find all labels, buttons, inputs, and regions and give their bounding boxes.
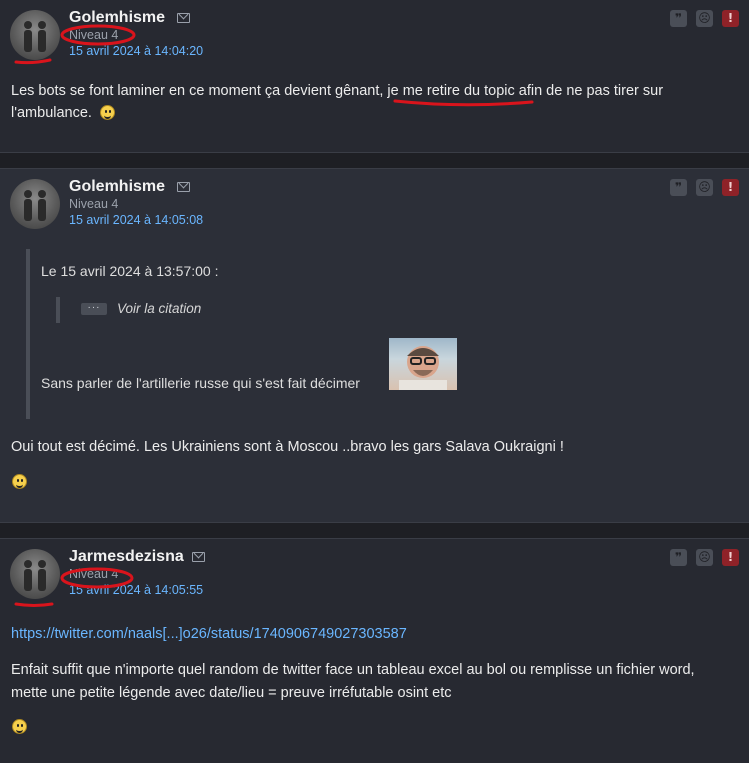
quote-icon[interactable]: ❞ [670, 179, 687, 196]
alert-icon[interactable]: ! [722, 179, 739, 196]
post-date[interactable]: 15 avril 2024 à 14:05:08 [69, 213, 203, 227]
post-actions: ❞ ☹ ! [670, 549, 739, 566]
sad-icon[interactable]: ☹ [696, 179, 713, 196]
author-level: Niveau 4 [69, 197, 119, 211]
post-actions: ❞ ☹ ! [670, 10, 739, 27]
author-name[interactable]: Jarmesdezisna [69, 548, 184, 566]
avatar[interactable] [10, 549, 60, 599]
mail-icon[interactable] [192, 552, 205, 562]
avatar[interactable] [10, 10, 60, 60]
sad-icon[interactable]: ☹ [696, 10, 713, 27]
post-3: Jarmesdezisna Niveau 4 15 avril 2024 à 1… [0, 538, 749, 763]
mail-icon[interactable] [177, 182, 190, 192]
show-citation-link[interactable]: Voir la citation [117, 301, 201, 316]
nested-quote: ··· Voir la citation [56, 297, 201, 323]
post-body: Enfait suffit que n'importe quel random … [11, 662, 695, 678]
tweet-link[interactable]: https://twitter.com/naals[...]o26/status… [11, 623, 407, 645]
post-body: Oui tout est décimé. Les Ukrainiens sont… [11, 439, 564, 455]
alert-icon[interactable]: ! [722, 549, 739, 566]
post-actions: ❞ ☹ ! [670, 179, 739, 196]
quote-header: Le 15 avril 2024 à 13:57:00 : [41, 263, 219, 279]
annotation-underline [393, 99, 534, 107]
post-body-line2: l'ambulance. [11, 105, 92, 121]
smiley-icon [12, 474, 27, 489]
quote-text: Sans parler de l'artillerie russe qui s'… [41, 375, 360, 391]
post-2: Golemhisme Niveau 4 15 avril 2024 à 14:0… [0, 168, 749, 523]
post-body-line2: mette une petite légende avec date/lieu … [11, 685, 452, 701]
blockquote: Le 15 avril 2024 à 13:57:00 : ··· Voir l… [26, 249, 490, 419]
avatar[interactable] [10, 179, 60, 229]
expand-quote-button[interactable]: ··· [81, 303, 107, 315]
quote-icon[interactable]: ❞ [670, 549, 687, 566]
annotation-underline [14, 58, 52, 65]
author-name[interactable]: Golemhisme [69, 178, 165, 196]
alert-icon[interactable]: ! [722, 10, 739, 27]
post-body: Les bots se font laminer en ce moment ça… [11, 83, 664, 99]
quoted-image[interactable] [389, 338, 457, 390]
quote-icon[interactable]: ❞ [670, 10, 687, 27]
smiley-icon [12, 719, 27, 734]
annotation-circle [60, 24, 136, 46]
annotation-underline [14, 602, 54, 607]
mail-icon[interactable] [177, 13, 190, 23]
annotation-circle [60, 567, 134, 589]
sad-icon[interactable]: ☹ [696, 549, 713, 566]
post-1: Golemhisme Niveau 4 15 avril 2024 à 14:0… [0, 0, 749, 153]
smiley-icon [100, 105, 115, 120]
